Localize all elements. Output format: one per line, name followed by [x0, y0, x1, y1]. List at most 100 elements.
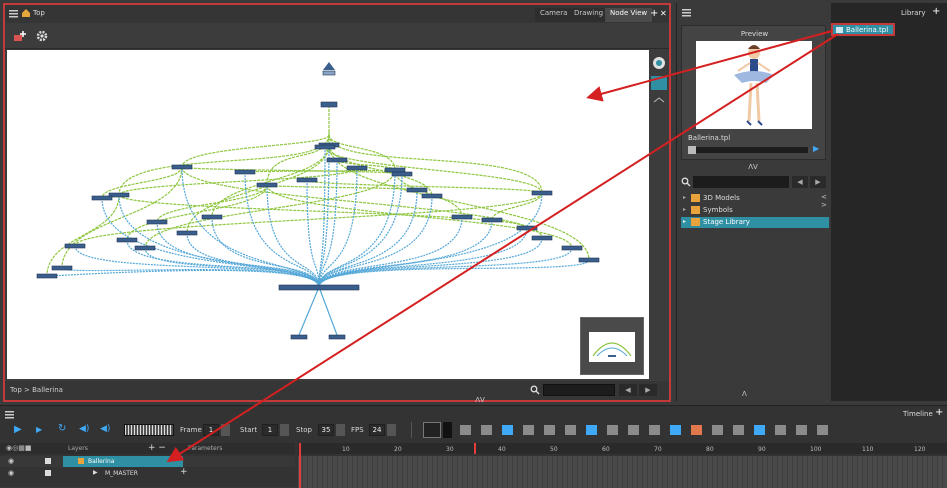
drawing-node[interactable]: [391, 171, 413, 177]
close-view-icon[interactable]: ✕: [660, 9, 667, 18]
add-child-icon[interactable]: +: [180, 467, 188, 477]
flip-icon[interactable]: [670, 425, 681, 435]
peg-node[interactable]: [323, 62, 335, 70]
home-icon[interactable]: [21, 8, 31, 18]
tab-camera[interactable]: Camera: [535, 8, 573, 22]
stop-stepper-icon[interactable]: [336, 424, 345, 436]
start-stepper-icon[interactable]: [280, 424, 289, 436]
navigator-icon[interactable]: [652, 56, 666, 70]
layer-toggles-icon[interactable]: ◉◎▦■: [6, 444, 31, 452]
gear-icon[interactable]: [35, 29, 49, 43]
tab-drawing[interactable]: Drawing: [569, 8, 609, 22]
layer-visibility-icon[interactable]: ◉: [8, 469, 14, 477]
drawing-node[interactable]: [561, 245, 583, 251]
drawing-node[interactable]: [326, 157, 348, 163]
playhead[interactable]: [299, 443, 301, 488]
output-node[interactable]: [290, 334, 308, 340]
drawing-node[interactable]: [116, 237, 138, 243]
onion-skin-icon[interactable]: [460, 425, 471, 435]
keyframe-icon[interactable]: [502, 425, 513, 435]
composite-node[interactable]: [278, 284, 360, 291]
drawing-node[interactable]: [451, 214, 473, 220]
keyframe-add-icon[interactable]: [523, 425, 534, 435]
search-prev-button[interactable]: ◀: [619, 384, 637, 396]
library-item-ballerina[interactable]: Ballerina.tpl: [831, 23, 895, 36]
display-node[interactable]: [328, 334, 346, 340]
interpolation-icon[interactable]: [565, 425, 576, 435]
tab-node-view[interactable]: Node View: [605, 8, 653, 22]
white-square-icon[interactable]: [796, 425, 807, 435]
ease-in-icon[interactable]: [628, 425, 639, 435]
drawing-node[interactable]: [314, 144, 336, 150]
motion-keyframe-icon[interactable]: [586, 425, 597, 435]
peg-node-body[interactable]: [322, 70, 336, 76]
drawing-node[interactable]: [201, 214, 223, 220]
drawing-node[interactable]: [234, 169, 256, 175]
curve-icon[interactable]: [691, 425, 702, 435]
tree-item-3d-models[interactable]: ▸ 3D Models: [683, 193, 823, 204]
preview-scrubber[interactable]: [688, 146, 808, 154]
swatch-icon[interactable]: [443, 422, 452, 438]
drawing-node[interactable]: [421, 193, 443, 199]
preview-splitter-handle[interactable]: ᐱᐯ: [735, 163, 771, 171]
ease-out-icon[interactable]: [649, 425, 660, 435]
drawing-node[interactable]: [531, 235, 553, 241]
tree-splitter-handle[interactable]: < >: [821, 193, 827, 209]
map-view-icon[interactable]: [651, 76, 667, 90]
light-icon[interactable]: [733, 425, 744, 435]
expand-arrow-icon[interactable]: ▶: [93, 469, 98, 476]
sound-icon[interactable]: ◀): [79, 424, 89, 434]
scrubber-handle[interactable]: [688, 146, 696, 154]
add-layer-icon[interactable]: + −: [148, 443, 166, 453]
drawing-node[interactable]: [578, 257, 600, 263]
menu-icon[interactable]: [682, 8, 691, 17]
sound-scrub-icon[interactable]: ◀): [100, 424, 110, 434]
drawing-node[interactable]: [146, 219, 168, 225]
fps-field[interactable]: 24: [369, 424, 385, 436]
loop-icon[interactable]: ↻: [58, 423, 66, 434]
breadcrumb[interactable]: Top > Ballerina: [10, 386, 63, 394]
layer-lock-icon[interactable]: [45, 458, 51, 464]
line-tool-icon[interactable]: [423, 422, 441, 438]
collapse-icon[interactable]: [653, 96, 665, 104]
play-preview-icon[interactable]: ▶: [813, 144, 819, 153]
frame-ruler[interactable]: 10 20 30 40 50 60 70 80 90 100 110 120: [298, 443, 947, 454]
add-view-icon[interactable]: +: [935, 407, 943, 418]
playback-speed-slider[interactable]: [124, 424, 174, 436]
frame-stepper-icon[interactable]: [221, 424, 230, 436]
library-search-prev[interactable]: ◀: [792, 176, 808, 188]
node-graph-canvas[interactable]: [7, 50, 649, 379]
add-view-icon[interactable]: +: [650, 8, 658, 19]
layer-lock-icon[interactable]: [45, 470, 51, 476]
library-footer-splitter[interactable]: ᐱ: [742, 390, 747, 398]
drawing-node[interactable]: [256, 182, 278, 188]
add-view-icon[interactable]: +: [932, 6, 940, 17]
light-table-icon[interactable]: [481, 425, 492, 435]
expand-arrow-icon[interactable]: ▸: [683, 206, 686, 213]
drawing-node[interactable]: [296, 177, 318, 183]
drawing-node[interactable]: [176, 230, 198, 236]
menu-icon[interactable]: [9, 9, 18, 18]
drawing-node[interactable]: [531, 190, 553, 196]
abc-icon[interactable]: [817, 425, 828, 435]
drawing-node[interactable]: [516, 225, 538, 231]
frame-field[interactable]: 1: [203, 424, 219, 436]
tree-item-symbols[interactable]: ▸ Symbols: [683, 205, 823, 216]
library-search-input[interactable]: [693, 176, 789, 188]
menu-icon[interactable]: [5, 410, 14, 419]
tab-library[interactable]: Library: [901, 9, 925, 17]
drawing-node[interactable]: [346, 165, 368, 171]
start-field[interactable]: 1: [262, 424, 278, 436]
tab-timeline[interactable]: Timeline: [903, 410, 933, 418]
drawing-node[interactable]: [481, 217, 503, 223]
drawing-node[interactable]: [406, 187, 428, 193]
add-node-icon[interactable]: [13, 30, 27, 44]
white-box-icon[interactable]: [754, 425, 765, 435]
constant-icon[interactable]: [544, 425, 555, 435]
search-next-button[interactable]: ▶: [639, 384, 657, 396]
node-search-input[interactable]: [543, 384, 615, 396]
layer-name-ballerina[interactable]: Ballerina: [63, 456, 183, 467]
fps-stepper-icon[interactable]: [387, 424, 396, 436]
expand-arrow-icon[interactable]: ▸: [683, 218, 686, 225]
layer-row[interactable]: ◉ ▶ M_MASTER +: [0, 467, 295, 479]
